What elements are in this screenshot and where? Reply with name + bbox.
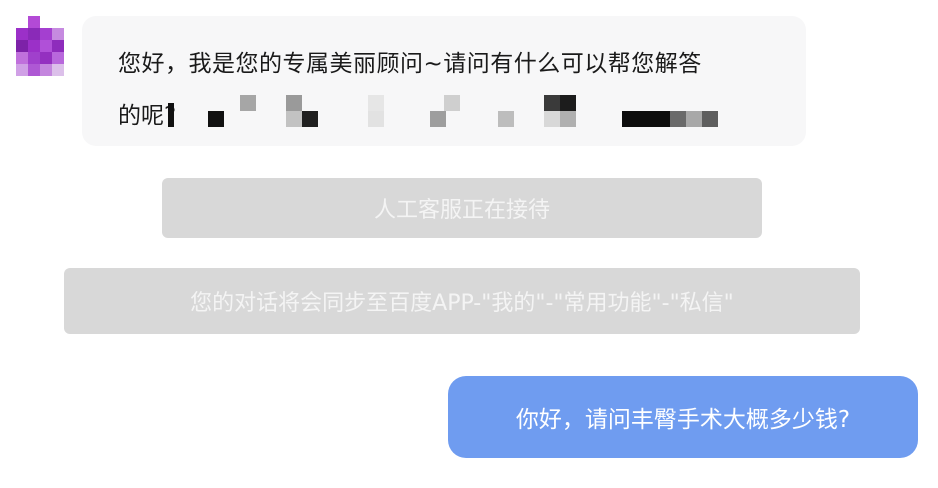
avatar-pixel (28, 16, 40, 28)
avatar-pixel (40, 64, 52, 76)
mosaic-block (302, 111, 318, 127)
mosaic-block (544, 111, 560, 127)
avatar-pixel (28, 52, 40, 64)
assistant-avatar[interactable] (16, 16, 66, 80)
mosaic-block (168, 103, 174, 127)
avatar-pixel (52, 40, 64, 52)
avatar-pixel (40, 52, 52, 64)
avatar-pixel (16, 64, 28, 76)
assistant-message-bubble[interactable]: 您好，我是您的专属美丽顾问~请问有什么可以帮您解答 的呢? (82, 16, 806, 146)
avatar-pixel (52, 28, 64, 40)
mosaic-block (444, 95, 460, 111)
avatar-pixel (52, 64, 64, 76)
assistant-message-line1: 您好，我是您的专属美丽顾问~请问有什么可以帮您解答 (118, 51, 702, 77)
avatar-pixel (16, 40, 28, 52)
mosaic-block (368, 111, 384, 127)
mosaic-block (560, 95, 576, 111)
avatar-pixel (40, 28, 52, 40)
mosaic-block (208, 111, 224, 127)
user-message-bubble[interactable]: 你好，请问丰臀手术大概多少钱? (448, 376, 918, 458)
mosaic-block (286, 95, 302, 111)
system-notice-agent: 人工客服正在接待 (162, 178, 762, 238)
system-notice-agent-text: 人工客服正在接待 (373, 198, 550, 223)
avatar-pixel (28, 64, 40, 76)
user-message-text: 你好，请问丰臀手术大概多少钱? (515, 407, 851, 433)
avatar-pixel (52, 52, 64, 64)
avatar-pixel (28, 40, 40, 52)
mosaic-block (702, 111, 718, 127)
mosaic-block (622, 111, 670, 127)
mosaic-block (560, 111, 576, 127)
system-notice-sync: 您的对话将会同步至百度APP-"我的"-"常用功能"-"私信" (64, 268, 860, 334)
mosaic-block (544, 95, 560, 111)
mosaic-block (286, 111, 302, 127)
mosaic-block (430, 111, 446, 127)
avatar-pixel (16, 28, 28, 40)
avatar-pixel (28, 28, 40, 40)
redacted-mosaic (168, 95, 728, 129)
mosaic-block (686, 111, 702, 127)
avatar-pixel (16, 52, 28, 64)
mosaic-block (240, 95, 256, 111)
mosaic-block (670, 111, 686, 127)
mosaic-block (498, 111, 514, 127)
system-notice-sync-text: 您的对话将会同步至百度APP-"我的"-"常用功能"-"私信" (190, 291, 734, 316)
avatar-pixel (40, 40, 52, 52)
mosaic-block (368, 95, 384, 111)
